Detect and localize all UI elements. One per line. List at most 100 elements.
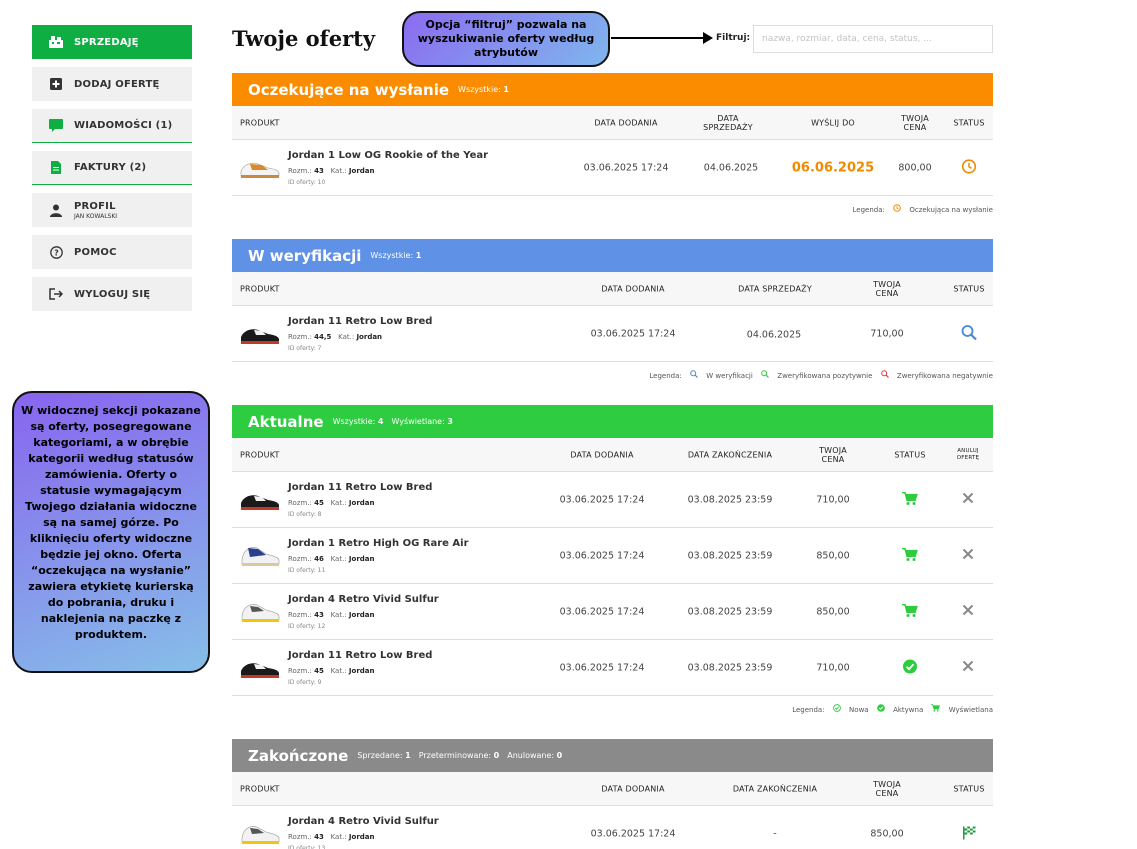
product-name: Jordan 4 Retro Vivid Sulfur	[288, 816, 439, 827]
col-added: DATA DODANIA	[601, 784, 665, 793]
profile-username: JAN KOWALSKI	[74, 212, 118, 220]
section-expired: Przeterminowane: 0	[419, 751, 500, 760]
sidebar-item-label: WYLOGUJ SIĘ	[74, 288, 151, 300]
section-cancelled: Anulowane: 0	[507, 751, 562, 760]
table-row[interactable]: Jordan 1 Retro High OG Rare Air Rozm.: 4…	[232, 528, 993, 584]
cancelled-label: Anulowane:	[507, 751, 555, 760]
price: 850,00	[816, 550, 850, 561]
close-icon	[962, 548, 974, 559]
shoe-thumbnail	[241, 547, 280, 566]
cancel-offer-button[interactable]	[962, 492, 974, 507]
sold-value: 1	[405, 751, 411, 760]
legend-text: Nowa	[849, 706, 869, 714]
sell-icon	[49, 35, 63, 49]
close-icon	[962, 604, 974, 615]
date-sold: 04.06.2025	[746, 329, 802, 341]
cat-label: Kat.:	[338, 333, 355, 341]
question-circle-icon: ?	[49, 245, 63, 259]
legend-text: Oczekująca na wysłanie	[909, 206, 993, 214]
product-meta: Rozm.: 43 Kat.: Jordan	[288, 833, 375, 841]
magnifier-icon	[961, 324, 977, 343]
size-value: 43	[314, 611, 324, 619]
shown-label: Wyświetlane:	[391, 417, 445, 426]
section-title: W weryfikacji	[248, 246, 362, 265]
table-row[interactable]: Jordan 11 Retro Low Bred Rozm.: 44,5 Kat…	[232, 306, 993, 362]
cat-value: Jordan	[348, 555, 375, 563]
legend-item: Oczekująca na wysłanie	[893, 204, 993, 214]
table-row[interactable]: Jordan 11 Retro Low Bred Rozm.: 45 Kat.:…	[232, 472, 993, 528]
legend-item: Wyświetlana	[931, 704, 993, 714]
size-label: Rozm.:	[288, 611, 312, 619]
user-icon	[49, 203, 63, 217]
col-sold: DATA SPRZEDAŻY	[738, 284, 812, 293]
offer-id: ID oferty: 9	[288, 679, 322, 686]
product-meta: Rozm.: 43 Kat.: Jordan	[288, 167, 375, 175]
size-label: Rozm.:	[288, 167, 312, 175]
cat-label: Kat.:	[330, 167, 347, 175]
sidebar-item-label: PROFIL	[74, 200, 116, 212]
filter-input[interactable]	[753, 25, 993, 53]
offer-id: ID oferty: 13	[288, 845, 326, 849]
sidebar-item-sell[interactable]: SPRZEDAJĘ	[32, 25, 192, 59]
size-label: Rozm.:	[288, 555, 312, 563]
offer-id: ID oferty: 12	[288, 623, 326, 630]
cancel-offer-button[interactable]	[962, 548, 974, 563]
col-sold: DATA SPRZEDAŻY	[703, 113, 753, 132]
cancel-offer-button[interactable]	[962, 660, 974, 675]
offer-id: ID oferty: 7	[288, 345, 322, 352]
date-sold: 04.06.2025	[703, 162, 759, 173]
product-name: Jordan 1 Retro High OG Rare Air	[288, 538, 469, 549]
sections-callout: W widocznej sekcji pokazane są oferty, p…	[12, 391, 210, 673]
section-header: Zakończone Sprzedane: 1 Przeterminowane:…	[232, 739, 993, 772]
sidebar-item-label: SPRZEDAJĘ	[74, 36, 139, 48]
magnifier-green-icon	[761, 370, 769, 378]
product-meta: Rozm.: 45 Kat.: Jordan	[288, 667, 375, 675]
sidebar-item-profile[interactable]: PROFIL JAN KOWALSKI	[32, 193, 192, 227]
check-circle-outline-icon	[832, 704, 841, 712]
callout-arrow	[611, 32, 713, 44]
col-end: DATA ZAKOŃCZENIA	[687, 450, 773, 459]
table-row[interactable]: Jordan 4 Retro Vivid Sulfur Rozm.: 43 Ka…	[232, 584, 993, 640]
sidebar-item-invoices[interactable]: FAKTURY (2)	[32, 151, 192, 185]
cat-label: Kat.:	[330, 499, 347, 507]
check-circle-icon	[903, 659, 918, 677]
cancelled-value: 0	[556, 751, 563, 760]
date-end: 03.08.2025 23:59	[687, 494, 773, 505]
table-header: PRODUKT DATA DODANIA DATA ZAKOŃCZENIA TW…	[232, 438, 993, 472]
sidebar-item-help[interactable]: ? POMOC	[32, 235, 192, 269]
col-ship: WYŚLIJ DO	[811, 118, 855, 127]
magnifier-red-icon	[880, 370, 889, 378]
col-status: STATUS	[953, 118, 985, 127]
table-row[interactable]: Jordan 1 Low OG Rookie of the Year Rozm.…	[232, 140, 993, 196]
price: 710,00	[816, 662, 850, 673]
product-name: Jordan 11 Retro Low Bred	[288, 650, 433, 661]
sidebar-item-label: DODAJ OFERTĘ	[74, 78, 160, 90]
cat-label: Kat.:	[330, 667, 347, 675]
legend-text: Aktywna	[893, 706, 924, 714]
date-added: 03.06.2025 17:24	[559, 662, 645, 673]
count-value: 4	[377, 417, 384, 426]
cart-icon	[902, 603, 918, 620]
legend-label: Legenda:	[852, 206, 885, 214]
table-row[interactable]: Jordan 11 Retro Low Bred Rozm.: 45 Kat.:…	[232, 640, 993, 696]
product-name: Jordan 4 Retro Vivid Sulfur	[288, 594, 439, 605]
svg-text:?: ?	[54, 248, 59, 257]
count-value: 1	[503, 85, 509, 94]
close-icon	[962, 660, 974, 671]
size-value: 45	[314, 667, 324, 675]
check-circle-icon	[877, 704, 885, 712]
cart-icon	[931, 704, 941, 712]
size-value: 43	[314, 833, 324, 841]
count-label: Wszystkie:	[332, 417, 376, 426]
sidebar-item-messages[interactable]: WIADOMOŚCI (1)	[32, 109, 192, 143]
table-row[interactable]: Jordan 4 Retro Vivid Sulfur Rozm.: 43 Ka…	[232, 806, 993, 849]
count-label: Wszystkie:	[458, 85, 501, 94]
col-added: DATA DODANIA	[570, 450, 634, 459]
shoe-thumbnail	[241, 329, 279, 344]
col-status: STATUS	[894, 450, 926, 459]
date-end: 03.08.2025 23:59	[687, 606, 773, 617]
cancel-offer-button[interactable]	[962, 604, 974, 619]
sidebar-item-add-offer[interactable]: DODAJ OFERTĘ	[32, 67, 192, 101]
sidebar-item-logout[interactable]: WYLOGUJ SIĘ	[32, 277, 192, 311]
product-name: Jordan 11 Retro Low Bred	[288, 316, 433, 327]
